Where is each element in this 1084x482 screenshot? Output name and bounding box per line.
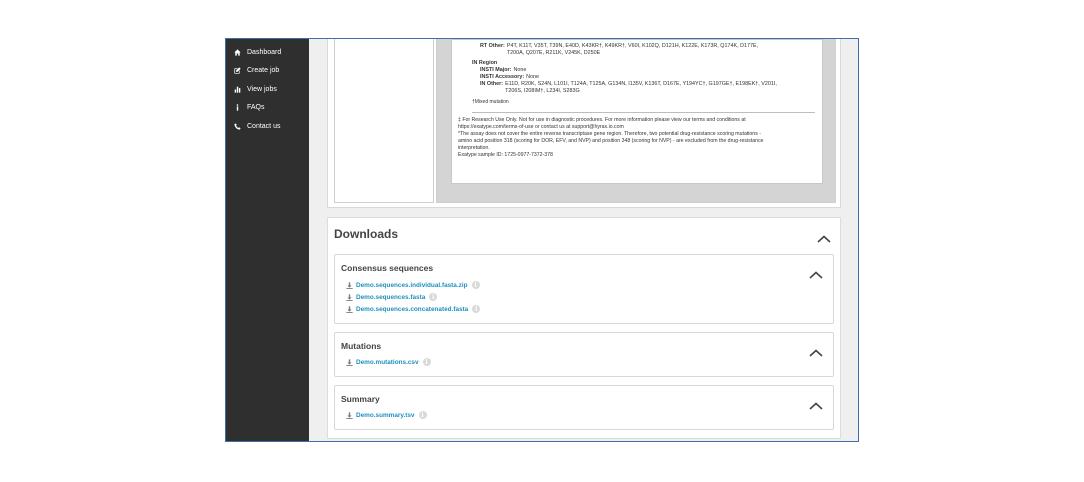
insti-major-label: INSTI Major: bbox=[480, 67, 512, 73]
chevron-up-icon[interactable] bbox=[809, 266, 823, 279]
report-footnotes: ‡ For Research Use Only. Not for use in … bbox=[458, 117, 815, 159]
file-item: Demo.mutations.csv i bbox=[346, 358, 431, 366]
chevron-up-icon[interactable] bbox=[809, 397, 823, 410]
insti-accessory-row: INSTI Accessory: None bbox=[472, 74, 815, 81]
mixed-mutation-note: †Mixed mutation bbox=[472, 99, 509, 105]
sidebar-item-create-job[interactable]: Create job bbox=[226, 62, 309, 81]
file-link[interactable]: Demo.summary.tsv bbox=[356, 412, 415, 419]
insti-accessory-label: INSTI Accessory: bbox=[480, 74, 525, 80]
sidebar-item-label: FAQs bbox=[247, 104, 265, 112]
downloads-panel: Downloads Consensus sequences Demo.seque… bbox=[327, 217, 841, 439]
phone-icon bbox=[233, 122, 242, 131]
sample-id: Exatype sample ID: 1725-0977-7372-378 bbox=[458, 152, 553, 158]
footnote-line: *The assay does not cover the entire rev… bbox=[458, 131, 761, 137]
in-other-line-2: T206S, I208IM†, L234I, S283G bbox=[505, 88, 580, 94]
section-title: Consensus sequences bbox=[341, 263, 434, 273]
footnote-line: interpretation. bbox=[458, 145, 490, 151]
info-icon[interactable]: i bbox=[418, 411, 427, 419]
section-title: Mutations bbox=[341, 341, 382, 351]
info-icon bbox=[233, 103, 242, 112]
sidebar-item-dashboard[interactable]: Dashboard bbox=[226, 43, 309, 62]
in-other-label: IN Other: bbox=[480, 81, 504, 87]
sidebar-item-label: Create job bbox=[247, 67, 280, 75]
download-icon bbox=[346, 358, 353, 366]
rt-other-line-1: P4T, K11T, V35T, T39N, E40D, K43KR†, K49… bbox=[506, 43, 759, 49]
app-window: Dashboard Create job View jobs FAQs Cont… bbox=[225, 38, 859, 442]
download-icon bbox=[346, 411, 353, 419]
divider bbox=[472, 112, 815, 113]
insti-major-value: None bbox=[513, 67, 527, 73]
edit-icon bbox=[233, 66, 242, 75]
downloads-title: Downloads bbox=[334, 227, 399, 241]
report-card: RT Other: P4T, K11T, V35T, T39N, E40D, K… bbox=[327, 39, 841, 208]
footnote-line: ‡ For Research Use Only. Not for use in … bbox=[458, 117, 746, 123]
sidebar-item-contact-us[interactable]: Contact us bbox=[226, 117, 309, 136]
file-item: Demo.summary.tsv i bbox=[346, 411, 427, 419]
file-link[interactable]: Demo.sequences.concatenated.fasta bbox=[356, 306, 468, 313]
footnote-line: amino acid position 318 (scoring for DOR… bbox=[458, 138, 764, 144]
bar-chart-icon bbox=[233, 85, 242, 94]
file-item: Demo.sequences.fasta i bbox=[346, 293, 438, 301]
in-other-values: E11D, R20K, S24N, L101I, T124A, T125A, G… bbox=[505, 81, 777, 95]
insti-major-row: INSTI Major: None bbox=[472, 67, 815, 74]
file-link[interactable]: Demo.sequences.fasta bbox=[356, 294, 425, 301]
section-title: Summary bbox=[341, 394, 380, 404]
main-content: RT Other: P4T, K11T, V35T, T39N, E40D, K… bbox=[309, 39, 858, 441]
sidebar-item-view-jobs[interactable]: View jobs bbox=[226, 80, 309, 99]
download-icon bbox=[346, 305, 353, 313]
file-link[interactable]: Demo.mutations.csv bbox=[356, 359, 419, 366]
insti-accessory-value: None bbox=[526, 74, 540, 80]
download-icon bbox=[346, 281, 353, 289]
sidebar-item-label: View jobs bbox=[247, 85, 277, 93]
rt-other-line-2: T200A, Q207E, R211K, V245K, D250E bbox=[506, 50, 601, 56]
sidebar: Dashboard Create job View jobs FAQs Cont… bbox=[226, 39, 309, 441]
mutations-section: Mutations Demo.mutations.csv i bbox=[334, 332, 834, 377]
home-icon bbox=[233, 48, 242, 57]
report-sidebar-panel bbox=[334, 39, 434, 203]
chevron-up-icon[interactable] bbox=[809, 344, 823, 357]
rt-other-values: P4T, K11T, V35T, T39N, E40D, K43KR†, K49… bbox=[507, 43, 758, 57]
in-other-line-1: E11D, R20K, S24N, L101I, T124A, T125A, G… bbox=[505, 81, 777, 87]
report-page: RT Other: P4T, K11T, V35T, T39N, E40D, K… bbox=[451, 39, 823, 184]
summary-section: Summary Demo.summary.tsv i bbox=[334, 385, 834, 430]
footnote-line: https://exatype.com/terms-of-use or cont… bbox=[458, 124, 624, 130]
download-icon bbox=[346, 293, 353, 301]
rt-other-label: RT Other: bbox=[480, 43, 505, 49]
chevron-up-icon[interactable] bbox=[817, 230, 831, 243]
info-icon[interactable]: i bbox=[472, 305, 481, 313]
sidebar-item-label: Dashboard bbox=[247, 48, 282, 56]
in-other-row: IN Other: E11D, R20K, S24N, L101I, T124A… bbox=[472, 81, 815, 95]
sidebar-item-faqs[interactable]: FAQs bbox=[226, 99, 309, 118]
consensus-sequences-section: Consensus sequences Demo.sequences.indiv… bbox=[334, 254, 834, 324]
rt-other-row: RT Other: P4T, K11T, V35T, T39N, E40D, K… bbox=[472, 43, 815, 57]
sidebar-item-label: Contact us bbox=[247, 122, 281, 130]
file-item: Demo.sequences.concatenated.fasta i bbox=[346, 305, 481, 313]
file-link[interactable]: Demo.sequences.individual.fasta.zip bbox=[356, 282, 468, 289]
in-region-heading: IN Region bbox=[472, 60, 498, 66]
report-viewer[interactable]: RT Other: P4T, K11T, V35T, T39N, E40D, K… bbox=[436, 39, 836, 203]
info-icon[interactable]: i bbox=[429, 293, 438, 301]
file-item: Demo.sequences.individual.fasta.zip i bbox=[346, 281, 480, 289]
info-icon[interactable]: i bbox=[471, 281, 480, 289]
info-icon[interactable]: i bbox=[422, 358, 431, 366]
